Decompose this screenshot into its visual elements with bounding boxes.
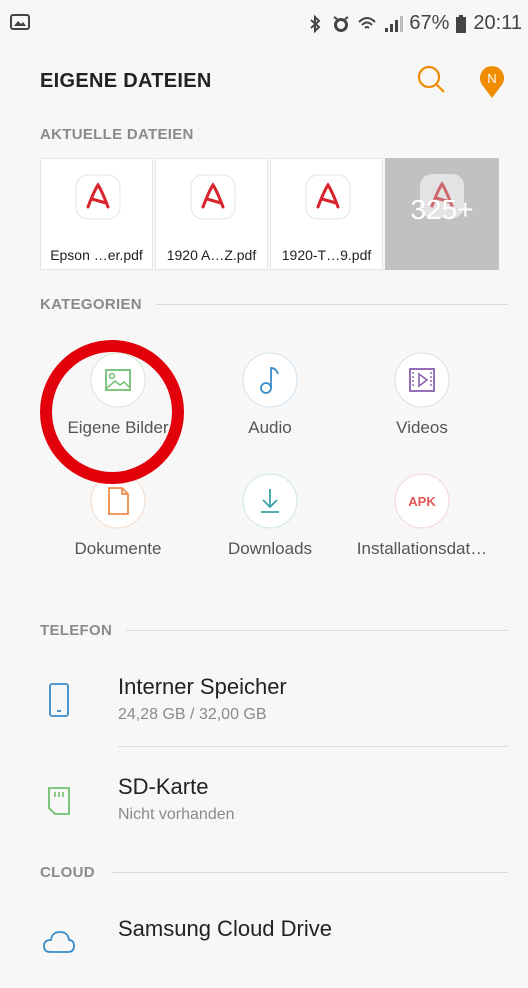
cloud-samsung-drive[interactable]: Samsung Cloud Drive	[40, 912, 508, 988]
pdf-icon	[190, 174, 236, 220]
page-title: EIGENE DATEIEN	[40, 70, 212, 92]
wifi-icon	[358, 16, 377, 29]
signal-icon	[385, 15, 404, 32]
category-installation-files[interactable]: APK Installationsdat…	[347, 473, 497, 573]
recent-file-card[interactable]: 1920-T…9.pdf	[270, 158, 383, 270]
category-label: Videos	[396, 418, 448, 437]
battery-percent: 67%	[409, 12, 450, 34]
phone-label: TELEFON	[40, 622, 113, 639]
storage-internal[interactable]: Interner Speicher 24,28 GB / 32,00 GB	[40, 670, 508, 746]
divider	[126, 630, 508, 631]
sd-card-icon	[48, 787, 70, 815]
category-documents[interactable]: Dokumente	[43, 473, 193, 573]
recent-file-name: Epson …er.pdf	[50, 247, 143, 263]
search-icon[interactable]	[414, 62, 448, 96]
recent-files-label: AKTUELLE DATEIEN	[40, 126, 194, 143]
categories-label: KATEGORIEN	[40, 296, 142, 313]
category-label: Audio	[248, 418, 292, 437]
apk-text: APK	[408, 494, 436, 509]
more-count: 325+	[410, 194, 474, 225]
recent-file-name: 1920-T…9.pdf	[281, 247, 372, 263]
alarm-icon	[333, 15, 349, 32]
download-icon	[242, 473, 298, 529]
app-bar: EIGENE DATEIEN N	[0, 52, 528, 104]
more-recent-files-button[interactable]: 325+	[385, 158, 499, 270]
category-videos[interactable]: Videos	[347, 352, 497, 452]
phone-icon	[49, 683, 69, 717]
recent-file-card[interactable]: Epson …er.pdf	[40, 158, 153, 270]
cloud-label: CLOUD	[40, 864, 95, 881]
status-bar: 67% 20:11	[0, 0, 528, 52]
storage-name: SD-Karte	[118, 774, 209, 799]
avatar-letter: N	[487, 71, 496, 86]
recent-file-card[interactable]: 1920 A…Z.pdf	[155, 158, 268, 270]
category-label: Downloads	[227, 539, 313, 558]
divider	[156, 304, 508, 305]
storage-status: Nicht vorhanden	[118, 806, 235, 823]
profile-avatar[interactable]: N	[477, 64, 507, 100]
storage-usage: 24,28 GB / 32,00 GB	[118, 706, 267, 723]
recent-files: Epson …er.pdf 1920 A…Z.pdf 1920-T…9.pdf …	[40, 158, 500, 270]
annotation-circle	[40, 340, 184, 484]
category-downloads[interactable]: Downloads	[195, 473, 345, 573]
storage-name: Samsung Cloud Drive	[118, 916, 332, 941]
clock: 20:11	[473, 12, 522, 34]
category-label: Installationsdat…	[356, 539, 488, 558]
divider	[112, 872, 508, 873]
pdf-icon	[305, 174, 351, 220]
video-icon	[394, 352, 450, 408]
bluetooth-icon	[310, 14, 321, 33]
divider	[118, 746, 508, 747]
storage-sd-card[interactable]: SD-Karte Nicht vorhanden	[40, 770, 508, 846]
category-label: Dokumente	[74, 539, 162, 558]
battery-icon	[456, 14, 467, 33]
pdf-icon	[75, 174, 121, 220]
cloud-icon	[43, 931, 75, 953]
image-notification-icon	[10, 14, 30, 30]
storage-name: Interner Speicher	[118, 674, 287, 699]
apk-icon: APK	[394, 473, 450, 529]
category-audio[interactable]: Audio	[195, 352, 345, 452]
music-note-icon	[242, 352, 298, 408]
recent-file-name: 1920 A…Z.pdf	[166, 247, 257, 263]
